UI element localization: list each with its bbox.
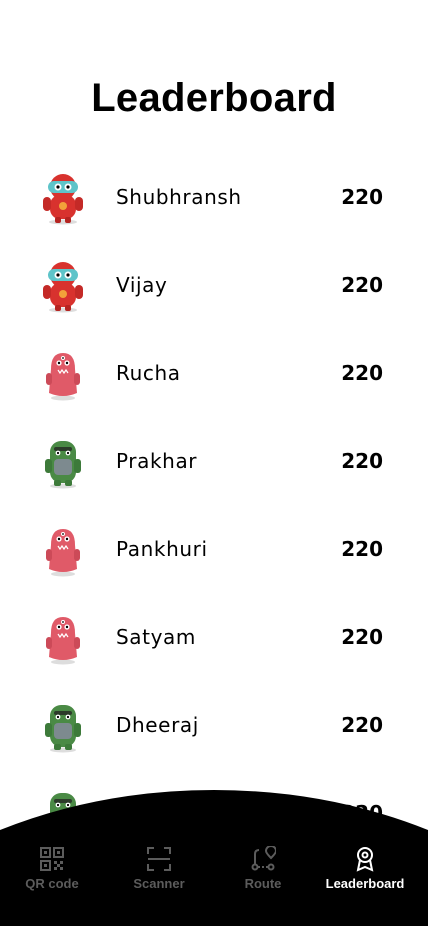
leaderboard-row: Pankhuri 220	[0, 507, 428, 595]
leaderboard-row: Dheeraj 220	[0, 683, 428, 771]
player-score: 220	[341, 713, 383, 737]
nav-label: QR code	[25, 876, 79, 891]
leaderboard-row: Prakhar 220	[0, 419, 428, 507]
player-score: 220	[341, 625, 383, 649]
player-name: Pankhuri	[116, 537, 208, 561]
nav-label: Scanner	[133, 876, 185, 891]
route-icon	[251, 846, 276, 871]
player-score: 220	[341, 273, 383, 297]
page-title: Leaderboard	[91, 76, 337, 120]
nav-label: Leaderboard	[325, 876, 405, 891]
nav-item-leaderboard[interactable]: Leaderboard	[313, 846, 417, 891]
green-monster-avatar-icon	[45, 441, 81, 489]
pink-monster-avatar-icon	[46, 353, 80, 401]
pink-monster-avatar-icon	[46, 617, 80, 665]
nav-label: Route	[244, 876, 282, 891]
player-name: Prakhar	[116, 449, 198, 473]
leaderboard-row: Rucha 220	[0, 331, 428, 419]
nav-item-route[interactable]: Route	[211, 846, 315, 891]
award-icon	[356, 847, 374, 872]
player-score: 220	[341, 537, 383, 561]
player-name: Satyam	[116, 625, 196, 649]
player-score: 220	[341, 449, 383, 473]
leaderboard-row: Vijay 220	[0, 243, 428, 331]
red-robot-avatar-icon	[43, 262, 83, 313]
leaderboard-row: Shubhransh 220	[0, 155, 428, 243]
nav-item-scanner[interactable]: Scanner	[107, 846, 211, 891]
bottom-nav-bar: QR code Scanner Route Leaderboard	[0, 790, 428, 926]
leaderboard-row: Satyam 220	[0, 595, 428, 683]
player-name: Vijay	[116, 273, 168, 297]
pink-monster-avatar-icon	[46, 529, 80, 577]
player-score: 220	[341, 185, 383, 209]
player-name: Rucha	[116, 361, 181, 385]
nav-item-qr-code[interactable]: QR code	[0, 846, 104, 891]
scanner-icon	[147, 847, 171, 871]
player-name: Shubhransh	[116, 185, 242, 209]
red-robot-avatar-icon	[43, 174, 83, 225]
player-score: 220	[341, 361, 383, 385]
player-name: Dheeraj	[116, 713, 199, 737]
green-monster-avatar-icon	[45, 705, 81, 753]
qr-code-icon	[40, 847, 64, 871]
